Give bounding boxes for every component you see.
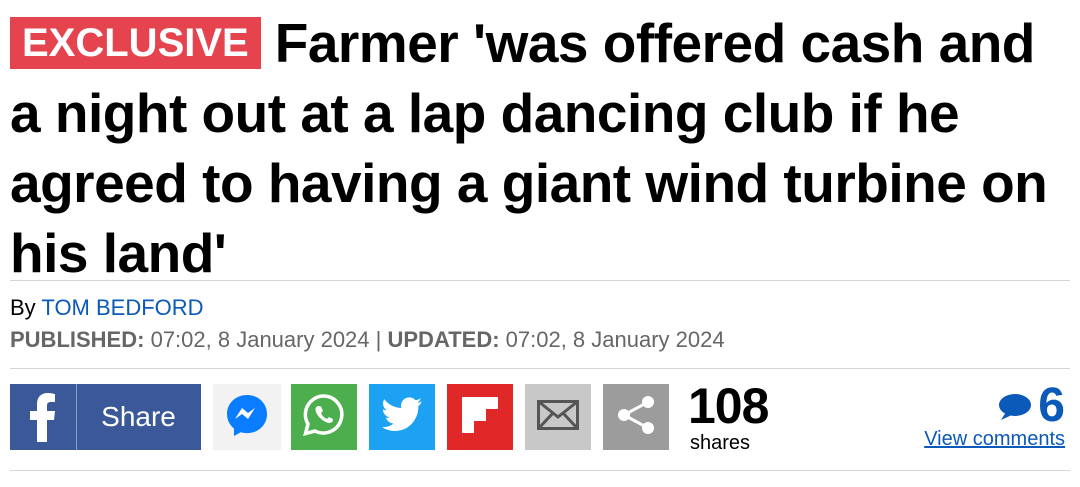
updated-value: 07:02, 8 January 2024 [505, 327, 725, 352]
email-icon [537, 399, 579, 435]
published-label: PUBLISHED: [10, 327, 145, 352]
facebook-share-button[interactable]: Share [10, 384, 201, 450]
flipboard-icon [462, 396, 498, 438]
more-share-button[interactable] [603, 384, 669, 450]
messenger-share-button[interactable] [213, 384, 281, 450]
divider-middle [10, 368, 1070, 369]
comments-count-value: 6 [1038, 379, 1065, 432]
comments-count[interactable]: 6 [998, 380, 1065, 432]
byline: By TOM BEDFORD [10, 295, 204, 321]
publish-separator: | [375, 327, 382, 352]
published-value: 07:02, 8 January 2024 [150, 327, 370, 352]
updated-label: UPDATED: [387, 327, 500, 352]
divider-top [10, 280, 1070, 281]
article-headline: EXCLUSIVE Farmer 'was offered cash and a … [10, 8, 1070, 288]
whatsapp-share-button[interactable] [291, 384, 357, 450]
byline-prefix: By [10, 295, 36, 320]
author-link[interactable]: TOM BEDFORD [41, 295, 203, 320]
comment-bubble-icon [998, 380, 1032, 432]
exclusive-badge: EXCLUSIVE [10, 17, 261, 69]
publish-info: PUBLISHED: 07:02, 8 January 2024 | UPDAT… [10, 327, 725, 353]
twitter-share-button[interactable] [369, 384, 435, 450]
share-icon [615, 394, 657, 441]
flipboard-share-button[interactable] [447, 384, 513, 450]
divider-bottom [10, 470, 1070, 471]
whatsapp-icon [301, 392, 347, 443]
share-count: 108 [688, 378, 769, 434]
messenger-icon [224, 392, 270, 443]
view-comments-link[interactable]: View comments [924, 428, 1065, 451]
facebook-share-label: Share [101, 401, 176, 432]
twitter-icon [381, 396, 423, 438]
email-share-button[interactable] [525, 384, 591, 450]
facebook-icon [10, 384, 77, 450]
share-count-label: shares [690, 432, 751, 454]
